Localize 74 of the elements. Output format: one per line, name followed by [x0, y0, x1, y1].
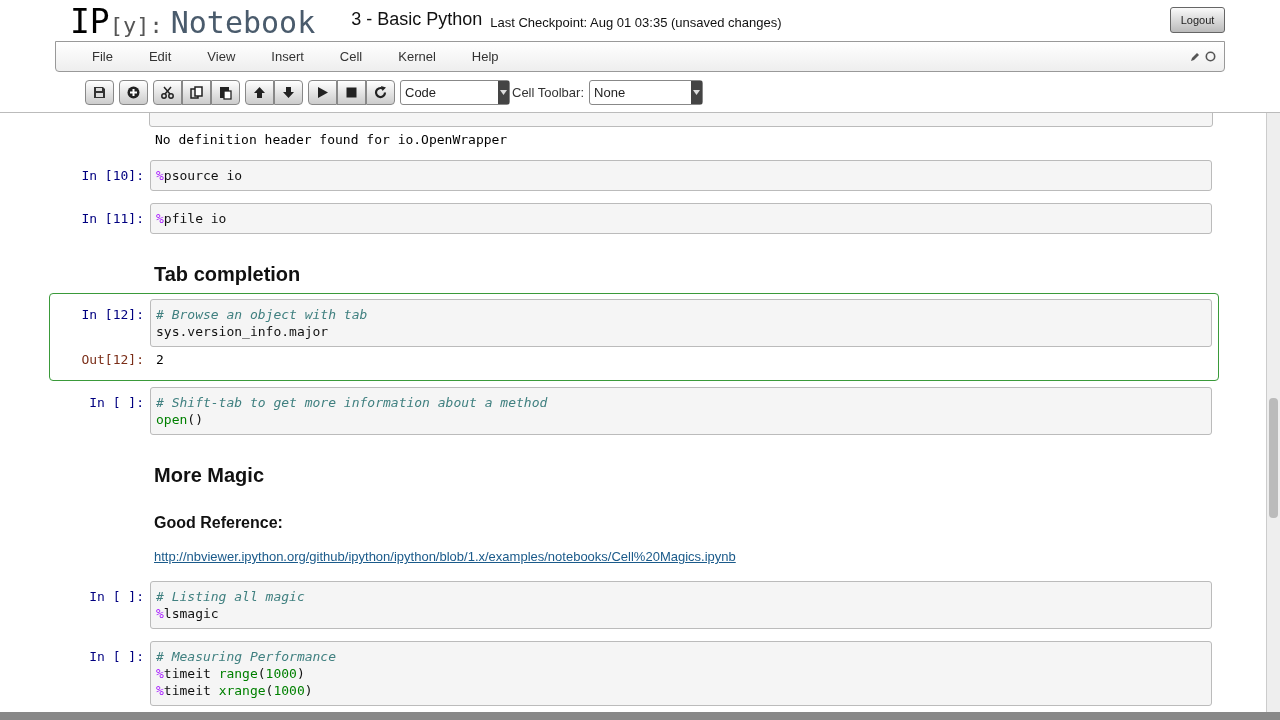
code-line: %psource io — [156, 167, 244, 184]
dropdown-caret-icon — [500, 90, 507, 95]
subheading: Good Reference: — [154, 513, 284, 532]
scrollbar[interactable] — [1266, 113, 1280, 712]
down-arrow-icon — [281, 85, 296, 100]
code-input-box[interactable]: # Measuring Performance %timeit range(1000) %timeit xrange(1000) — [150, 641, 1212, 706]
menu-item[interactable]: Insert — [261, 46, 314, 67]
input-prompt: In [11]: — [80, 210, 145, 227]
cut-button[interactable] — [153, 80, 182, 105]
logout-button[interactable]: Logout — [1170, 7, 1225, 33]
code-line: %pfile io — [156, 210, 228, 227]
menu-item[interactable]: Cell — [329, 46, 373, 67]
output-text: No definition header found for io.OpenWrapper — [154, 131, 508, 148]
input-prompt: In [ ]: — [88, 648, 145, 665]
output-text: 2 — [155, 351, 164, 368]
save-button[interactable] — [85, 80, 114, 105]
input-prompt: In [10]: — [80, 167, 145, 184]
code-line: sys.version_info.major — [156, 323, 330, 340]
code-cell[interactable]: In [10]: %psource io — [49, 154, 1219, 197]
up-arrow-icon — [252, 85, 267, 100]
menu-item[interactable]: View — [197, 46, 246, 67]
code-cell[interactable]: In [ ]: # Shift-tab to get more information about a method open() — [49, 381, 1219, 441]
code-line: # Browse an object with tab — [156, 306, 369, 323]
stop-button[interactable] — [337, 80, 366, 105]
refresh-icon — [373, 85, 388, 100]
code-input-box[interactable]: # Browse an object with tab sys.version_info.major — [150, 299, 1212, 347]
add-button[interactable] — [119, 80, 148, 105]
code-cell[interactable]: In [ ]: # Listing all magic %lsmagic — [49, 575, 1219, 635]
menu-item[interactable]: File — [82, 46, 123, 67]
cell-toolbar-select[interactable]: None — [589, 80, 704, 105]
input-prompt: In [ ]: — [88, 394, 145, 411]
code-line: %timeit xrange(1000) — [156, 682, 314, 699]
checkpoint-status: Last Checkpoint: Aug 01 03:35 (unsaved changes) — [490, 13, 782, 32]
copy-icon — [189, 85, 204, 100]
input-prompt: In [12]: — [80, 306, 145, 323]
code-input-box[interactable]: %psource io — [150, 160, 1212, 191]
code-line: %lsmagic — [156, 605, 220, 622]
code-line: open() — [156, 411, 204, 428]
edit-icon — [1190, 51, 1200, 62]
dropdown-caret-icon — [693, 90, 701, 95]
run-button[interactable] — [308, 80, 337, 105]
code-line: %timeit range(1000) — [156, 665, 306, 682]
logo: IP[y]: Notebook — [70, 5, 316, 42]
up-button[interactable] — [245, 80, 274, 105]
code-cell[interactable]: In [ ]: # Measuring Performance %timeit range(1000) %timeit xrange(1000) — [49, 635, 1219, 712]
restart-button[interactable] — [366, 80, 395, 105]
notebook-name[interactable]: 3 - Basic Python — [351, 6, 483, 42]
paste-button[interactable] — [211, 80, 240, 105]
code-line: # Measuring Performance — [156, 648, 337, 665]
link[interactable]: http://nbviewer.ipython.org/github/ipython/ipython/blob/1.x/examples/notebooks/Cell%20Magics.ipynb — [154, 549, 736, 564]
code-input-box[interactable]: # Listing all magic %lsmagic — [150, 581, 1212, 629]
output-prompt: Out[12]: — [80, 351, 145, 368]
code-cell[interactable]: In [12]: # Browse an object with tab sys.version_info.major Out[12]: 2 — [49, 293, 1219, 381]
heading: Tab completion — [154, 262, 302, 286]
code-input-box[interactable]: # Shift-tab to get more information about a method open() — [150, 387, 1212, 435]
plus-icon — [126, 85, 141, 100]
cell-toolbar-label: Cell Toolbar: — [512, 83, 585, 102]
menu-item[interactable]: Help — [461, 46, 509, 67]
down-button[interactable] — [274, 80, 303, 105]
scissors-icon — [160, 85, 175, 100]
input-prompt: In [ ]: — [88, 588, 145, 605]
code-line: # Shift-tab to get more information about a method — [156, 394, 549, 411]
code-line: # Listing all magic — [156, 588, 306, 605]
kernel-status-icon — [1205, 51, 1216, 62]
clipboard-icon — [218, 85, 233, 100]
cell-type-select[interactable]: Code — [400, 80, 510, 105]
code-input-box[interactable]: %pfile io — [150, 203, 1212, 234]
menu-item[interactable]: Edit — [138, 46, 182, 67]
stop-icon — [344, 85, 359, 100]
play-icon — [315, 85, 330, 100]
heading: More Magic — [154, 463, 266, 487]
copy-button[interactable] — [182, 80, 211, 105]
code-cell[interactable]: In [11]: %pfile io — [49, 197, 1219, 240]
menu-item[interactable]: Kernel — [388, 46, 446, 67]
